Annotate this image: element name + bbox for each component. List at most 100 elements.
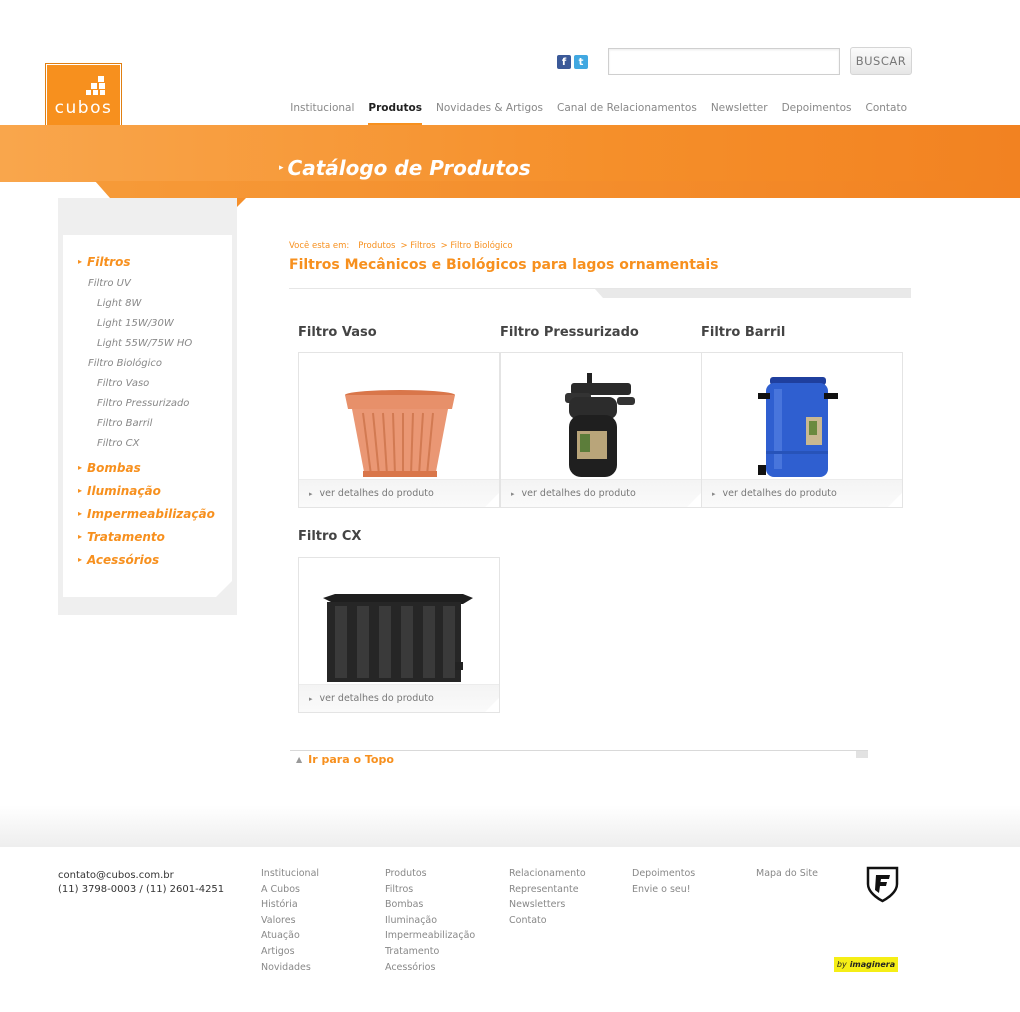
bottom-divider xyxy=(290,750,868,751)
logo-text: cubos xyxy=(54,98,113,118)
product-card-barril[interactable]: ▸ ver detalhes do produto xyxy=(701,352,903,508)
product-image-pressurizado[interactable] xyxy=(501,353,701,481)
credit-name: imaginera xyxy=(849,960,896,969)
footer-link[interactable]: Atuação xyxy=(261,930,319,946)
sidebar-item-light-8w[interactable]: Light 8W xyxy=(78,293,215,313)
footer-link[interactable]: Envie o seu! xyxy=(632,884,695,900)
footer-link[interactable]: Valores xyxy=(261,915,319,931)
search-input[interactable] xyxy=(608,48,840,75)
nav-item-novidades-artigos[interactable]: Novidades & Artigos xyxy=(436,102,543,114)
sidebar-item-filtro-pressurizado[interactable]: Filtro Pressurizado xyxy=(78,393,215,413)
nav-item-produtos[interactable]: Produtos xyxy=(368,102,422,125)
card-corner xyxy=(484,697,499,712)
product-title-cx[interactable]: Filtro CX xyxy=(298,529,361,544)
sidebar-item-tratamento[interactable]: ▸ Tratamento xyxy=(78,525,215,548)
product-link-barril[interactable]: ▸ ver detalhes do produto xyxy=(702,479,902,507)
sidebar-item-filtro-vaso[interactable]: Filtro Vaso xyxy=(78,373,215,393)
arrow-icon: ▸ xyxy=(78,509,83,518)
sidebar-item-light-55w[interactable]: Light 55W/75W HO xyxy=(78,333,215,353)
footer-phones: (11) 3798-0003 / (11) 2601-4251 xyxy=(58,884,225,895)
product-image-barril[interactable] xyxy=(702,353,902,481)
product-link-label: ver detalhes do produto xyxy=(521,488,636,499)
footer-link[interactable]: Produtos xyxy=(385,868,475,884)
sidebar-item-filtro-barril[interactable]: Filtro Barril xyxy=(78,413,215,433)
footer-link[interactable]: Tratamento xyxy=(385,946,475,962)
sidebar-item-light-15w[interactable]: Light 15W/30W xyxy=(78,313,215,333)
product-link-vaso[interactable]: ▸ ver detalhes do produto xyxy=(299,479,499,507)
nav-item-contato[interactable]: Contato xyxy=(865,102,907,114)
nav-item-canal-de-relacionamentos[interactable]: Canal de Relacionamentos xyxy=(557,102,697,114)
sidebar-item-filtro-uv[interactable]: Filtro UV xyxy=(78,273,215,293)
footer-link[interactable]: A Cubos xyxy=(261,884,319,900)
footer-link[interactable]: Iluminação xyxy=(385,915,475,931)
footer-link[interactable]: Institucional xyxy=(261,868,319,884)
arrow-icon: ▸ xyxy=(511,489,515,498)
nav-item-institucional[interactable]: Institucional xyxy=(290,102,354,114)
footer-email[interactable]: contato@cubos.com.br xyxy=(58,869,224,883)
breadcrumb-item-produtos[interactable]: Produtos xyxy=(358,241,395,251)
product-image-vaso[interactable] xyxy=(299,353,499,481)
cubos-logo[interactable]: cubos xyxy=(46,64,121,129)
sidebar-item-label: Iluminação xyxy=(87,483,161,498)
arrow-icon: ▸ xyxy=(78,555,83,564)
footer-link[interactable]: Artigos xyxy=(261,946,319,962)
imaginera-credit[interactable]: by imaginera xyxy=(834,957,898,972)
nav-item-depoimentos[interactable]: Depoimentos xyxy=(782,102,852,114)
card-corner xyxy=(686,492,701,507)
sidebar-item-label: Impermeabilização xyxy=(87,506,215,521)
arrow-icon: ▸ xyxy=(712,489,716,498)
sidebar-item-acessorios[interactable]: ▸ Acessórios xyxy=(78,548,215,571)
footer-col-institucional: Institucional A Cubos História Valores Atuaç… xyxy=(261,868,319,977)
sidebar-item-filtro-biologico[interactable]: Filtro Biológico xyxy=(78,353,215,373)
card-corner xyxy=(484,353,499,368)
breadcrumb: Você esta em: Produtos > Filtros > Filtr… xyxy=(289,241,513,251)
go-to-top-label: Ir para o Topo xyxy=(308,753,394,766)
product-link-label: ver detalhes do produto xyxy=(319,488,434,499)
product-link-label: ver detalhes do produto xyxy=(722,488,837,499)
product-title-pressurizado[interactable]: Filtro Pressurizado xyxy=(500,325,639,340)
footer-link[interactable]: Newsletters xyxy=(509,899,586,915)
footer-link[interactable]: Novidades xyxy=(261,962,319,978)
twitter-icon[interactable]: t xyxy=(574,55,588,69)
arrow-icon: ▸ xyxy=(78,257,83,266)
sidebar-item-filtros[interactable]: ▸ Filtros xyxy=(78,250,215,273)
footer-link[interactable]: Mapa do Site xyxy=(756,868,818,884)
card-corner xyxy=(887,353,902,368)
product-card-vaso[interactable]: ▸ ver detalhes do produto xyxy=(298,352,500,508)
product-link-label: ver detalhes do produto xyxy=(319,693,434,704)
product-title-vaso[interactable]: Filtro Vaso xyxy=(298,325,377,340)
footer-link[interactable]: Contato xyxy=(509,915,586,931)
product-link-pressurizado[interactable]: ▸ ver detalhes do produto xyxy=(501,479,701,507)
footer-link[interactable]: Relacionamento xyxy=(509,868,586,884)
product-title-barril[interactable]: Filtro Barril xyxy=(701,325,785,340)
footer-link[interactable]: Representante xyxy=(509,884,586,900)
sidebar-item-label: Filtros xyxy=(87,254,131,269)
sidebar-item-iluminacao[interactable]: ▸ Iluminação xyxy=(78,479,215,502)
product-card-cx[interactable]: ▸ ver detalhes do produto xyxy=(298,557,500,713)
footer-link[interactable]: Impermeabilização xyxy=(385,930,475,946)
footer-link[interactable]: Bombas xyxy=(385,899,475,915)
nav-item-newsletter[interactable]: Newsletter xyxy=(711,102,768,114)
footer-link[interactable]: História xyxy=(261,899,319,915)
footer-link[interactable]: Depoimentos xyxy=(632,868,695,884)
go-to-top-link[interactable]: ▲ Ir para o Topo xyxy=(296,753,394,766)
sidebar-item-impermeabilizacao[interactable]: ▸ Impermeabilização xyxy=(78,502,215,525)
sidebar-item-label: Acessórios xyxy=(87,552,160,567)
title-band-tip xyxy=(237,198,246,207)
sidebar-item-filtro-cx[interactable]: Filtro CX xyxy=(78,433,215,453)
search-button[interactable]: BUSCAR xyxy=(850,47,912,75)
product-card-pressurizado[interactable]: ▸ ver detalhes do produto xyxy=(500,352,702,508)
arrow-icon: ▸ xyxy=(78,486,83,495)
breadcrumb-item-filtros[interactable]: > Filtros xyxy=(400,241,435,251)
product-image-cx[interactable] xyxy=(299,558,499,686)
footer-link[interactable]: Filtros xyxy=(385,884,475,900)
footer-link[interactable]: Acessórios xyxy=(385,962,475,978)
footer-col-depoimentos: Depoimentos Envie o seu! xyxy=(632,868,695,899)
product-link-cx[interactable]: ▸ ver detalhes do produto xyxy=(299,684,499,712)
sidebar-item-label: Tratamento xyxy=(87,529,165,544)
up-arrow-icon: ▲ xyxy=(296,755,303,764)
facebook-icon[interactable]: f xyxy=(557,55,571,69)
arrow-icon: ▸ xyxy=(309,694,313,703)
sidebar-item-bombas[interactable]: ▸ Bombas xyxy=(78,456,215,479)
breadcrumb-item-filtro-biologico[interactable]: > Filtro Biológico xyxy=(441,241,513,251)
